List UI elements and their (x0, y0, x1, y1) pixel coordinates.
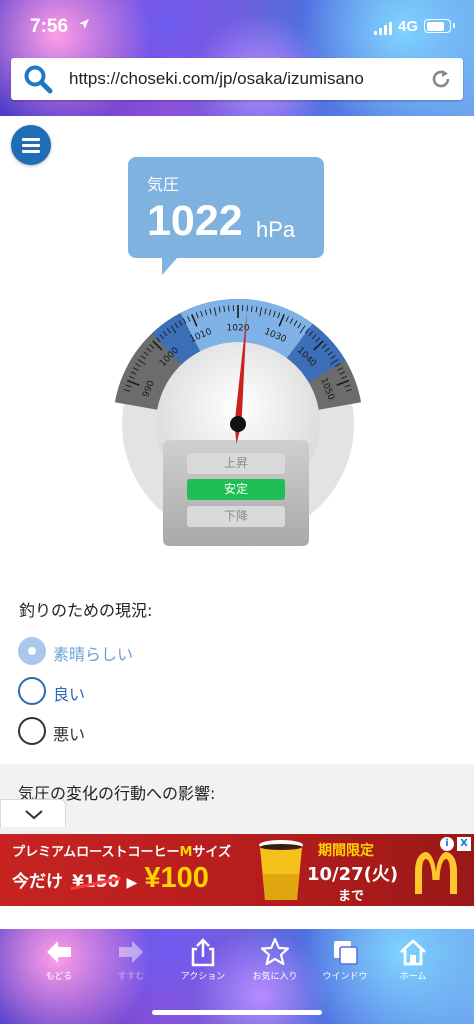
radio-selected-icon[interactable] (18, 637, 46, 665)
trend-falling-indicator: 下降 (187, 506, 285, 527)
trend-rising-indicator: 上昇 (187, 453, 285, 474)
search-icon[interactable] (23, 64, 53, 94)
collapse-ad-button[interactable] (0, 799, 66, 827)
ad-until: まで (338, 889, 365, 904)
ad-old-price: ¥150 (72, 872, 120, 892)
arrow-left-icon (47, 941, 71, 963)
arrow-right-icon: ▶ (126, 875, 138, 891)
star-icon (260, 937, 290, 966)
arrow-right-icon (119, 941, 143, 963)
favorites-label: お気に入り (252, 972, 298, 982)
forward-label: すすむ (117, 972, 145, 982)
share-icon (191, 938, 215, 967)
forward-button[interactable]: すすむ (96, 937, 166, 997)
windows-button[interactable]: ウインドウ (310, 937, 380, 997)
ad-price-line: 今だけ ¥150 ▶ ¥100 (12, 862, 209, 895)
ad-new-price: ¥100 (144, 862, 209, 894)
ad-close-icon[interactable]: X (457, 837, 471, 851)
radio-unselected-icon[interactable] (18, 717, 46, 745)
fishing-status-heading: 釣りのための現況: (19, 601, 153, 620)
pressure-unit: hPa (256, 217, 296, 242)
radio-unselected-icon[interactable] (18, 677, 46, 705)
location-arrow-icon (78, 18, 90, 34)
signal-strength-icon (374, 22, 394, 35)
influence-section: 気圧の変化の行動への影響: (0, 764, 474, 834)
network-type: 4G (398, 18, 419, 35)
ad-limited-time: 期間限定 (318, 843, 374, 859)
ad-headline: プレミアムローストコーヒーMサイズ (12, 845, 232, 860)
gauge-pivot (230, 416, 246, 432)
battery-level (426, 21, 445, 31)
pressure-value: 1022 (147, 197, 243, 245)
pressure-label: 気圧 (147, 175, 180, 194)
action-label: アクション (180, 972, 226, 982)
home-indicator (152, 1010, 322, 1015)
fishing-option-label: 素晴らしい (53, 645, 134, 664)
trend-stable-indicator: 安定 (187, 479, 285, 500)
reload-icon[interactable] (429, 67, 453, 91)
home-label: ホーム (399, 972, 427, 982)
back-label: もどる (45, 972, 73, 982)
fishing-option-bad[interactable]: 悪い (18, 717, 318, 747)
battery-icon (424, 19, 455, 33)
status-time: 7:56 (30, 16, 69, 37)
windows-icon (334, 941, 358, 965)
status-bar: 7:56 4G (0, 0, 474, 52)
coffee-cup-icon (259, 840, 303, 900)
url-text[interactable]: https://choseki.com/jp/osaka/izumisano (69, 69, 364, 89)
url-bar[interactable]: https://choseki.com/jp/osaka/izumisano (11, 58, 463, 100)
browser-top-bar: 7:56 4G https://choseki.com/jp/osaka/izu… (0, 0, 474, 116)
windows-label: ウインドウ (322, 972, 368, 982)
ad-only-now: 今だけ (12, 872, 63, 892)
fishing-option-good[interactable]: 良い (18, 677, 318, 707)
ad-banner[interactable]: プレミアムローストコーヒーMサイズ 今だけ ¥150 ▶ ¥100 期間限定 1… (0, 834, 474, 906)
ad-end-date: 10/27(火) (307, 864, 399, 885)
chevron-down-icon (25, 810, 43, 820)
pressure-callout: 気圧 1022 hPa (128, 157, 324, 275)
fishing-option-label: 悪い (53, 725, 86, 744)
back-button[interactable]: もどる (24, 937, 94, 997)
golden-arches-logo-icon (415, 852, 457, 894)
fishing-option-excellent[interactable]: 素晴らしい (18, 637, 318, 667)
ad-info-icon[interactable]: i (440, 837, 454, 851)
favorites-button[interactable]: お気に入り (240, 937, 310, 997)
home-button[interactable]: ホーム (378, 937, 448, 997)
home-icon (400, 939, 426, 966)
fishing-option-label: 良い (53, 685, 86, 704)
hamburger-menu-button[interactable] (11, 125, 51, 165)
action-button[interactable]: アクション (168, 937, 238, 997)
